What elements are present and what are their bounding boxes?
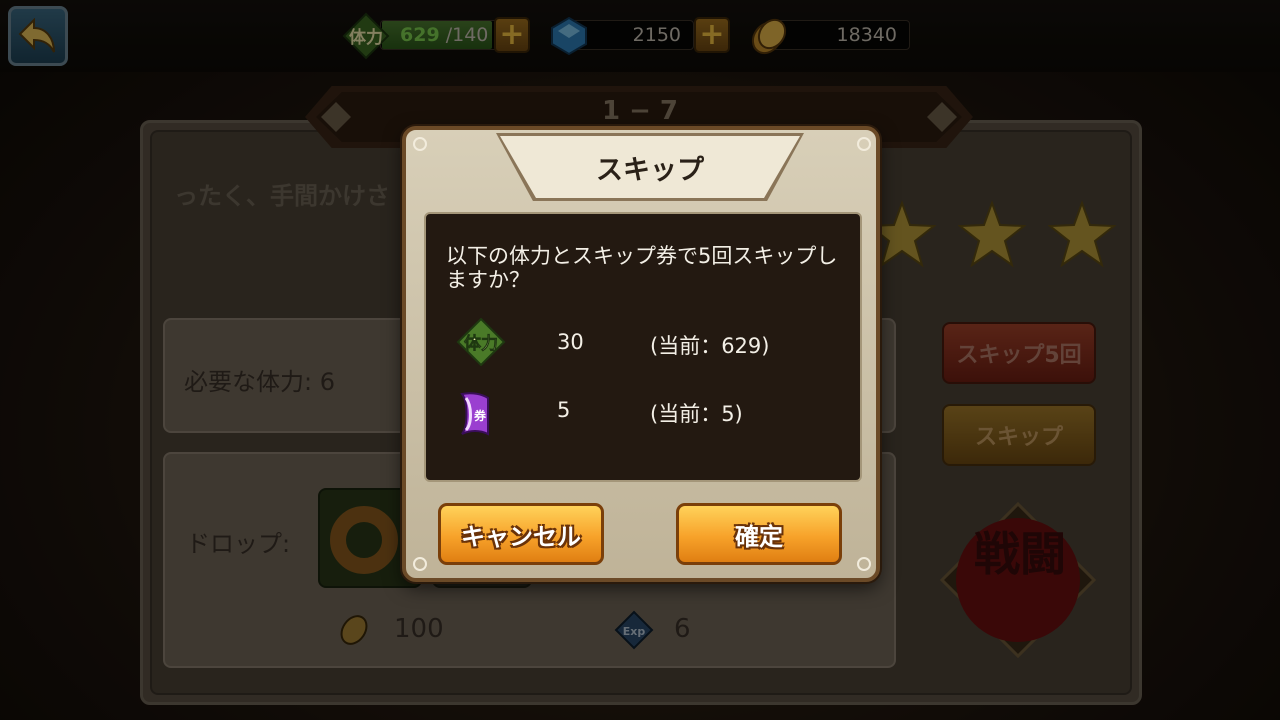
stamina-icon-text: 体力 [464,333,498,354]
svg-text:券: 券 [473,408,487,423]
stamina-icon: 体力 [456,318,506,366]
corner-ornament-icon [857,557,871,571]
confirm-button[interactable]: 確定 [676,503,842,565]
stamina-cost: 30 [557,330,584,354]
stamina-current-value: (当前：629) [650,334,770,358]
dialog-message: 以下の体力とスキップ券で5回スキップしますか？ [446,244,838,292]
corner-ornament-icon [413,557,427,571]
skip-ticket-icon: 券 [460,392,489,436]
corner-ornament-icon [857,137,871,151]
ticket-current-value: (当前：5) [650,402,743,426]
cancel-button[interactable]: キャンセル [438,503,604,565]
corner-ornament-icon [413,137,427,151]
dialog-title: スキップ [596,155,704,186]
ticket-cost: 5 [557,398,571,422]
